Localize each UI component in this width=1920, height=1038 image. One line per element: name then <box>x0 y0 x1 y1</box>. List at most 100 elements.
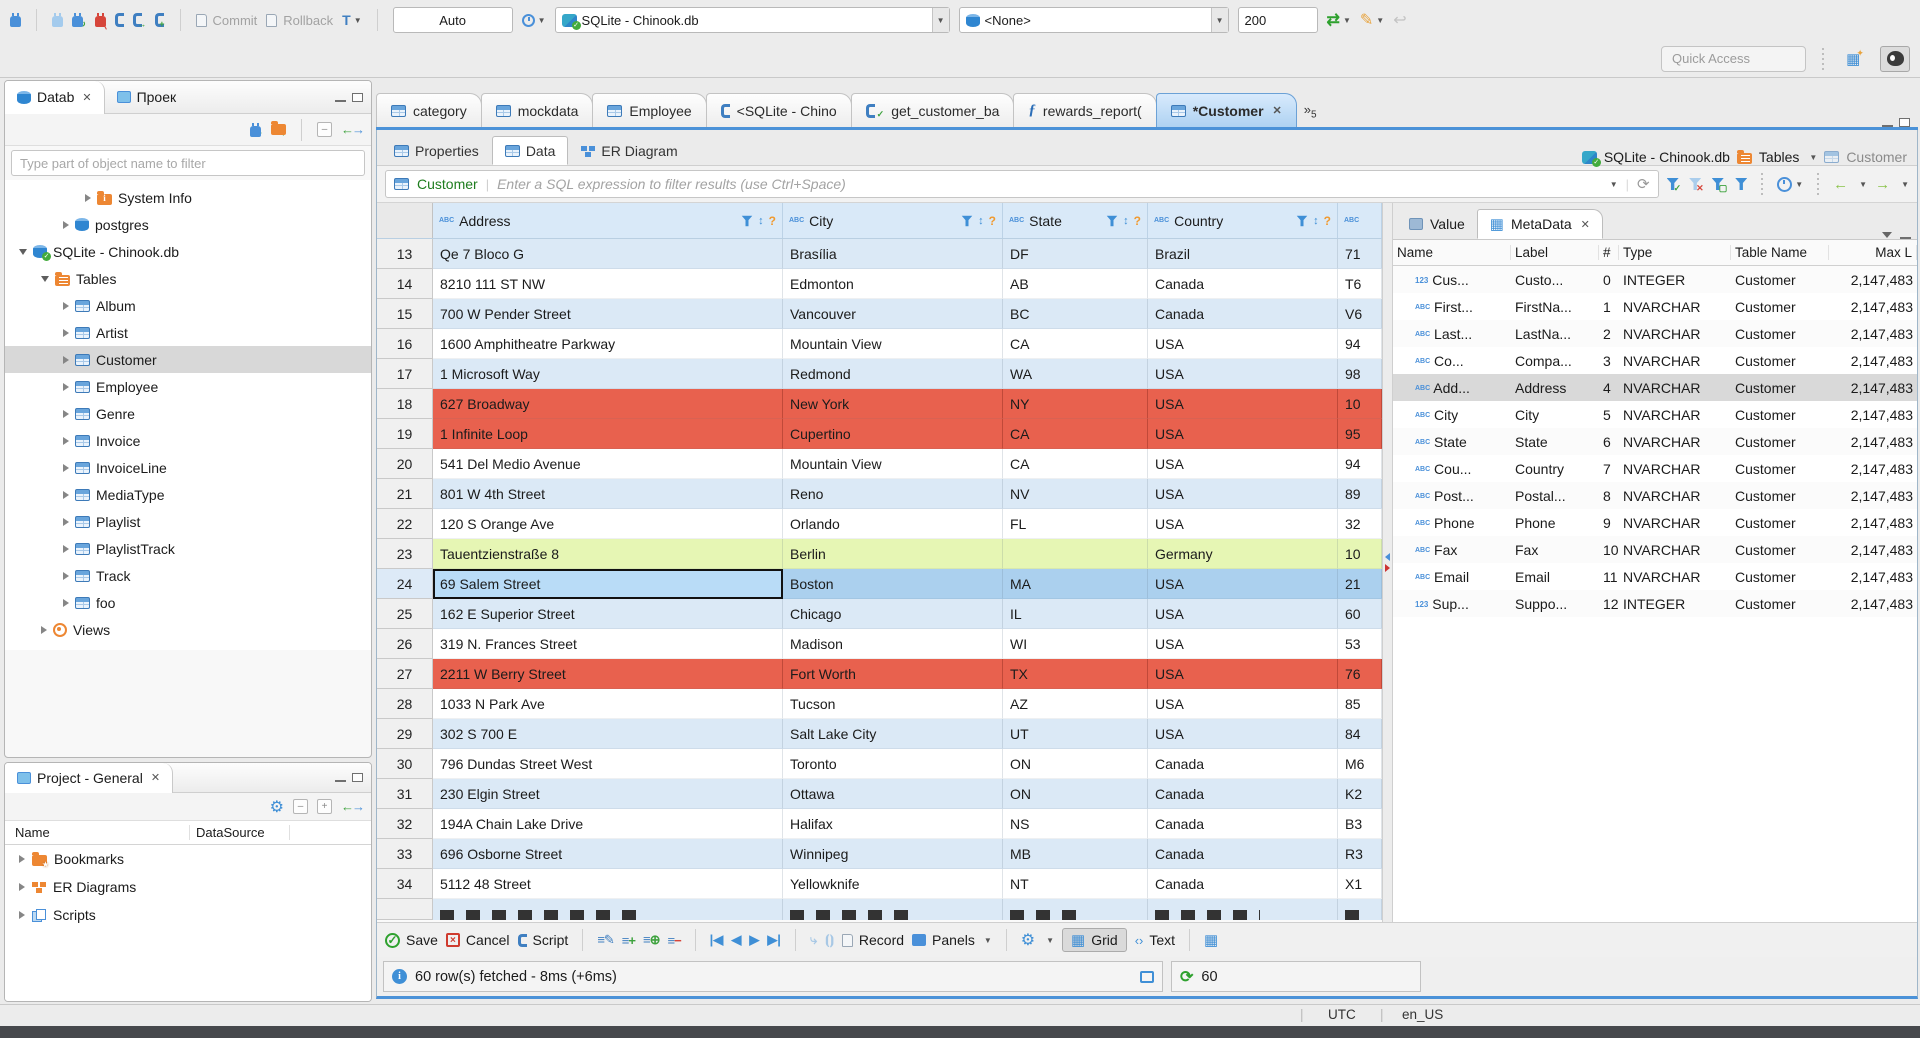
metadata-row[interactable]: Email Email 11 NVARCHAR Customer 2,147,483 <box>1393 563 1917 590</box>
cell[interactable]: Boston <box>783 569 1003 599</box>
link-with-editor-icon[interactable]: ←→ <box>341 799 365 814</box>
cell[interactable]: 60 <box>1338 599 1382 629</box>
tree-item-system-info[interactable]: System Info <box>5 184 371 211</box>
cell[interactable]: Fort Worth <box>783 659 1003 689</box>
expand-icon[interactable]: + <box>317 799 332 814</box>
tree-item-views[interactable]: Views <box>5 616 371 643</box>
cell[interactable]: WI <box>1003 629 1148 659</box>
column-name[interactable]: Name <box>5 825 190 840</box>
cell[interactable]: CA <box>1003 329 1148 359</box>
metadata-row[interactable]: Phone Phone 9 NVARCHAR Customer 2,147,483 <box>1393 509 1917 536</box>
metadata-row[interactable]: State State 6 NVARCHAR Customer 2,147,483 <box>1393 428 1917 455</box>
tree-item-postgres[interactable]: postgres <box>5 211 371 238</box>
tree-item-artist[interactable]: Artist <box>5 319 371 346</box>
cell[interactable]: CA <box>1003 449 1148 479</box>
cell[interactable]: 95 <box>1338 419 1382 449</box>
view-menu-icon[interactable] <box>1882 231 1892 238</box>
row-number[interactable]: 32 <box>377 809 433 839</box>
cell[interactable] <box>1003 539 1148 569</box>
cell[interactable]: UT <box>1003 719 1148 749</box>
magic-wand-icon[interactable]: ✎ ▼ <box>1360 10 1384 30</box>
more-tabs-button[interactable]: »5 <box>1296 102 1325 127</box>
cell[interactable]: MB <box>1003 839 1148 869</box>
meta-column-name[interactable]: Name <box>1393 245 1511 260</box>
tree-item-tables[interactable]: Tables <box>5 265 371 292</box>
cell[interactable]: Germany <box>1148 539 1338 569</box>
cell[interactable]: Canada <box>1148 839 1338 869</box>
grid-view-button[interactable]: Grid <box>1062 928 1127 952</box>
cell[interactable]: 1033 N Park Ave <box>433 689 783 719</box>
previous-row-icon[interactable]: ◀ <box>731 932 741 948</box>
new-connection-icon[interactable]: + <box>10 12 21 29</box>
metadata-row[interactable]: Fax Fax 10NVARCHAR Customer 2,147,483 <box>1393 536 1917 563</box>
cell[interactable]: USA <box>1148 359 1338 389</box>
next-row-icon[interactable]: ▶ <box>749 932 759 948</box>
cell[interactable]: WA <box>1003 359 1148 389</box>
subtab-er-diagram[interactable]: ER Diagram <box>568 136 690 165</box>
metadata-row[interactable]: Add... Address 4 NVARCHAR Customer 2,147,483 <box>1393 374 1917 401</box>
breadcrumb-table[interactable]: Customer <box>1846 149 1907 165</box>
metadata-row[interactable]: Post... Postal... 8 NVARCHAR Customer 2,147,4… <box>1393 482 1917 509</box>
sql-editor-icon[interactable] <box>115 13 125 27</box>
row-number[interactable]: 22 <box>377 509 433 539</box>
tree-item-indexes[interactable]: Indexes <box>5 643 371 650</box>
tab-database-navigator[interactable]: Datab ✕ <box>5 81 105 114</box>
cell[interactable]: Yellowknife <box>783 869 1003 899</box>
minimize-icon[interactable] <box>335 778 346 782</box>
project-item-er-diagrams[interactable]: ER Diagrams <box>5 873 371 901</box>
cell[interactable]: 85 <box>1338 689 1382 719</box>
tree-item-employee[interactable]: Employee <box>5 373 371 400</box>
refresh-icon[interactable]: ⟳ <box>1637 175 1650 193</box>
row-number[interactable]: 16 <box>377 329 433 359</box>
monitor-icon[interactable] <box>1140 970 1154 983</box>
cancel-button[interactable]: × Cancel <box>445 932 510 948</box>
cell[interactable]: 801 W 4th Street <box>433 479 783 509</box>
cell[interactable]: USA <box>1148 719 1338 749</box>
cell[interactable]: B3 <box>1338 809 1382 839</box>
cell[interactable]: USA <box>1148 479 1338 509</box>
copy-row-icon[interactable]: ≡⊕ <box>643 932 660 948</box>
cell[interactable]: 696 Osborne Street <box>433 839 783 869</box>
cell[interactable]: 69 Salem Street <box>433 569 783 599</box>
text-view-button[interactable]: ‹› Text <box>1135 932 1175 948</box>
subtab-properties[interactable]: Properties <box>381 136 492 165</box>
cell[interactable]: 796 Dundas Street West <box>433 749 783 779</box>
tab-project-general[interactable]: Project - General ✕ <box>5 763 174 793</box>
tree-item-foo[interactable]: foo <box>5 589 371 616</box>
cell[interactable]: Edmonton <box>783 269 1003 299</box>
cell[interactable]: NY <box>1003 389 1148 419</box>
cell[interactable]: M6 <box>1338 749 1382 779</box>
cell[interactable]: NV <box>1003 479 1148 509</box>
cell[interactable]: 89 <box>1338 479 1382 509</box>
subtab-data[interactable]: Data <box>491 136 569 165</box>
cell[interactable]: 32 <box>1338 509 1382 539</box>
tab-metadata[interactable]: MetaData✕ <box>1476 209 1603 239</box>
cell[interactable]: ON <box>1003 779 1148 809</box>
row-number[interactable]: 27 <box>377 659 433 689</box>
tree-item-customer[interactable]: Customer <box>5 346 371 373</box>
row-number[interactable]: 23 <box>377 539 433 569</box>
cell[interactable]: Canada <box>1148 869 1338 899</box>
editor-tab-get-customer-ba[interactable]: ✓ get_customer_ba <box>850 93 1015 127</box>
tree-item-track[interactable]: Track <box>5 562 371 589</box>
close-icon[interactable]: ✕ <box>151 771 160 784</box>
cell[interactable]: 302 S 700 E <box>433 719 783 749</box>
disconnect-icon[interactable]: ╲ <box>94 12 106 29</box>
refresh-toggle-icon[interactable]: ⇄ ▼ <box>1327 10 1351 30</box>
cell[interactable]: USA <box>1148 659 1338 689</box>
cell[interactable]: Brasília <box>783 239 1003 269</box>
cell[interactable]: T6 <box>1338 269 1382 299</box>
record-button[interactable]: Record <box>841 932 904 948</box>
cell[interactable]: USA <box>1148 509 1338 539</box>
navigator-filter-input[interactable]: Type part of object name to filter <box>11 150 365 176</box>
schema-dropdown-button[interactable]: ▼ <box>1210 8 1228 32</box>
open-perspective-button[interactable]: ✦ <box>1840 46 1870 72</box>
meta-column-num[interactable]: # <box>1599 245 1619 260</box>
cell[interactable]: 230 Elgin Street <box>433 779 783 809</box>
reconnect-icon[interactable]: ↻ <box>72 12 86 29</box>
row-number[interactable]: 15 <box>377 299 433 329</box>
cell[interactable]: Qe 7 Bloco G <box>433 239 783 269</box>
metadata-row[interactable]: Co... Compa... 3 NVARCHAR Customer 2,147,483 <box>1393 347 1917 374</box>
cell[interactable]: 10 <box>1338 389 1382 419</box>
cell[interactable]: Chicago <box>783 599 1003 629</box>
